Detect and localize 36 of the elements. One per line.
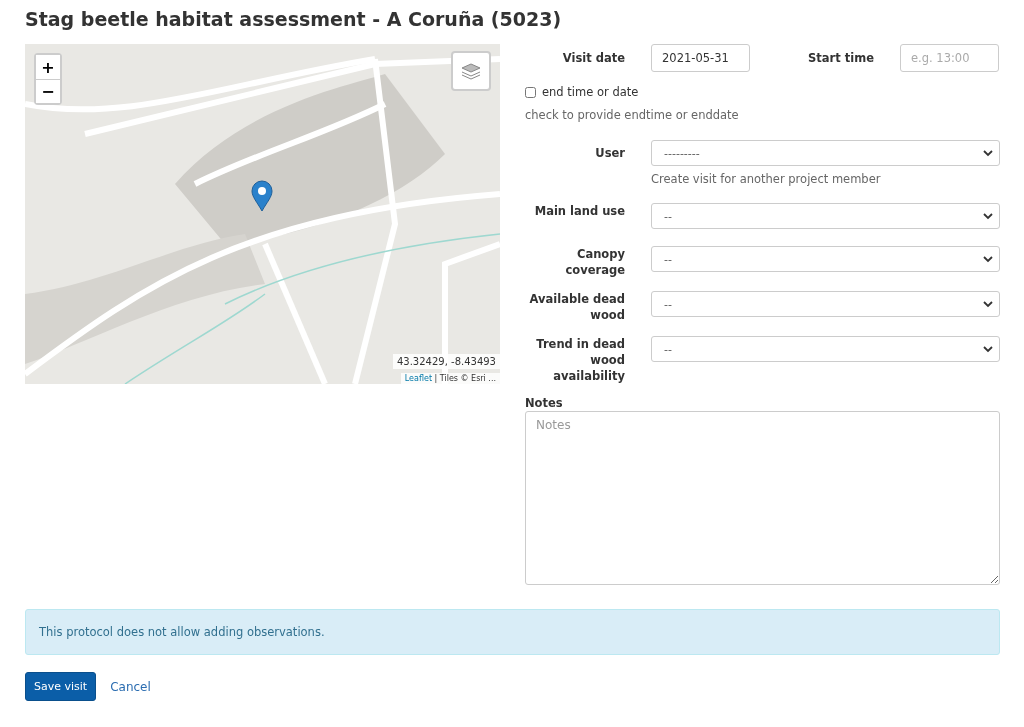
field-label: Canopy coverage bbox=[564, 246, 625, 278]
layers-button[interactable] bbox=[451, 51, 491, 91]
map-view[interactable]: + − 43.32429, -8.43493 Leaflet | Tiles © Esri ... bbox=[25, 44, 500, 384]
chevron-down-icon bbox=[983, 300, 993, 308]
field-label: Main land use bbox=[533, 203, 625, 219]
map-pin-icon[interactable] bbox=[251, 180, 273, 212]
chevron-down-icon bbox=[983, 149, 993, 157]
date-field[interactable]: 2021-05-31 bbox=[651, 44, 750, 72]
field-label: Trend in dead wood availability bbox=[535, 336, 625, 384]
user-select[interactable]: --------- bbox=[651, 140, 1000, 166]
field-label: Available dead wood bbox=[528, 291, 625, 323]
dropdown-select[interactable]: -- bbox=[651, 291, 1000, 317]
dropdown-select[interactable]: -- bbox=[651, 203, 1000, 229]
dropdown-select[interactable]: -- bbox=[651, 336, 1000, 362]
chevron-down-icon bbox=[983, 212, 993, 220]
attribution-text: | Tiles © Esri ... bbox=[434, 374, 496, 383]
save-button[interactable]: Save visit bbox=[25, 672, 97, 701]
info-alert: This protocol does not allow adding observations. bbox=[25, 609, 1000, 655]
field-label: User bbox=[594, 146, 625, 160]
help-text: check to provide endtime or enddate bbox=[525, 108, 740, 122]
chevron-down-icon bbox=[983, 255, 993, 263]
help-text: Create visit for another project member bbox=[651, 172, 882, 186]
field-label: Visit date bbox=[561, 51, 625, 65]
field-label: Notes bbox=[525, 396, 564, 410]
checkbox-label: end time or date bbox=[542, 85, 639, 99]
checkbox[interactable] bbox=[525, 86, 536, 98]
zoom-out-button[interactable]: − bbox=[36, 79, 60, 103]
notes-field[interactable]: Notes bbox=[525, 411, 1000, 585]
cancel-link[interactable]: Cancel bbox=[110, 679, 151, 694]
leaflet-link[interactable]: Leaflet bbox=[404, 374, 433, 383]
time-field[interactable]: e.g. 13:00 bbox=[900, 44, 999, 72]
dropdown-select[interactable]: -- bbox=[651, 246, 1000, 272]
field-label: Start time bbox=[807, 51, 874, 65]
page-title: Stag beetle habitat assessment - A Coruña (5023) bbox=[25, 8, 563, 30]
coordinates-readout: 43.32429, -8.43493 bbox=[392, 354, 500, 369]
chevron-down-icon bbox=[983, 345, 993, 353]
